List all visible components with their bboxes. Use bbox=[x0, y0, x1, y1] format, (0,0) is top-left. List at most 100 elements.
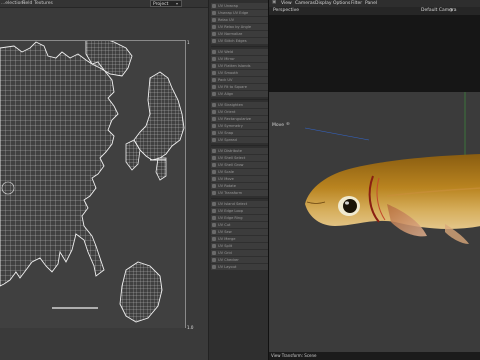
tool-icon bbox=[212, 156, 216, 160]
tool-item[interactable]: UV Relax by Angle bbox=[211, 24, 269, 30]
tool-item[interactable]: UV Shell Select bbox=[211, 155, 269, 161]
tool-label: UV Edge Ring bbox=[218, 216, 243, 220]
tool-icon bbox=[212, 244, 216, 248]
axis-z bbox=[304, 127, 370, 141]
uv-toolbar bbox=[0, 8, 208, 18]
tool-label: UV Unwrap bbox=[218, 4, 239, 8]
tool-icon bbox=[212, 209, 216, 213]
camera-dropdown-icon[interactable]: ◑ bbox=[449, 8, 453, 13]
menu-textures[interactable]: Textures bbox=[34, 0, 53, 7]
tool-item[interactable]: UV Edge Ring bbox=[211, 215, 269, 221]
uv-editor-panel: ...elections Field Textures Project ▾ 1 … bbox=[0, 0, 208, 360]
tool-label: UV Split bbox=[218, 244, 233, 248]
camera-icon[interactable]: ▣ bbox=[272, 0, 276, 5]
tool-label: UV Edge Loop bbox=[218, 209, 244, 213]
tool-item[interactable]: UV Cut bbox=[211, 222, 269, 228]
tool-icon bbox=[212, 216, 216, 220]
tool-icon bbox=[212, 57, 216, 61]
tool-item[interactable]: UV Unwrap bbox=[211, 3, 269, 9]
tool-icon bbox=[212, 18, 216, 22]
menu-field[interactable]: Field bbox=[22, 0, 32, 7]
tool-item[interactable]: UV Smooth bbox=[211, 70, 269, 76]
viewport-scene[interactable]: Move ⊕ bbox=[269, 92, 480, 352]
tool-item[interactable]: UV Island Select bbox=[211, 201, 269, 207]
tool-item[interactable]: UV Layout bbox=[211, 264, 269, 270]
uv-unit-square bbox=[0, 40, 186, 328]
tool-separator bbox=[211, 46, 269, 47]
tool-label: UV Island Select bbox=[218, 202, 248, 206]
tool-label: UV Spread bbox=[218, 138, 237, 142]
tool-item[interactable]: UV Distribute bbox=[211, 148, 269, 154]
tool-item[interactable]: UV Align bbox=[211, 91, 269, 97]
tool-icon bbox=[212, 117, 216, 121]
tool-icon bbox=[212, 223, 216, 227]
uv-menubar: ...elections Field Textures Project ▾ bbox=[0, 0, 208, 8]
tool-item[interactable]: UV Edge Loop bbox=[211, 208, 269, 214]
tool-label: UV Layout bbox=[218, 265, 237, 269]
tool-item[interactable]: UV Orient bbox=[211, 109, 269, 115]
tool-item[interactable]: UV Checker bbox=[211, 257, 269, 263]
menu-display[interactable]: Display bbox=[315, 1, 332, 6]
tool-item[interactable]: Unwrap UV Edge bbox=[211, 10, 269, 16]
tool-icon bbox=[212, 71, 216, 75]
uv-coord-bottom: 1.0 bbox=[187, 325, 194, 330]
tool-item[interactable]: UV Rectangularize bbox=[211, 116, 269, 122]
tool-label: UV Move bbox=[218, 177, 234, 181]
uv-tools-panel: UV Unwrap Unwrap UV Edge Relax UV UV Relax … bbox=[208, 0, 269, 360]
tool-item[interactable]: UV Rotate bbox=[211, 183, 269, 189]
tool-icon bbox=[212, 265, 216, 269]
tool-item[interactable]: Pack UV bbox=[211, 77, 269, 83]
tool-icon bbox=[212, 39, 216, 43]
tool-item[interactable]: UV Weld bbox=[211, 49, 269, 55]
tool-label: UV Stitch Edges bbox=[218, 39, 247, 43]
tool-icon bbox=[212, 25, 216, 29]
tool-label: Pack UV bbox=[218, 78, 233, 82]
tool-label: UV Orient bbox=[218, 110, 236, 114]
tool-item[interactable]: UV Scale bbox=[211, 169, 269, 175]
tool-item[interactable]: UV Stitch Edges bbox=[211, 38, 269, 44]
move-icon[interactable]: ⊕ bbox=[286, 122, 290, 127]
tool-label: UV Straighten bbox=[218, 103, 244, 107]
tool-item[interactable]: UV Grid bbox=[211, 250, 269, 256]
tool-icon bbox=[212, 92, 216, 96]
tool-label: UV Merge bbox=[218, 237, 236, 241]
tool-icon bbox=[212, 11, 216, 15]
tool-icon bbox=[212, 230, 216, 234]
tool-item[interactable]: UV Straighten bbox=[211, 102, 269, 108]
tool-label: UV Cut bbox=[218, 223, 231, 227]
tool-item[interactable]: UV Flatten Islands bbox=[211, 63, 269, 69]
menu-cameras[interactable]: Cameras bbox=[295, 1, 315, 6]
tool-item[interactable]: UV Split bbox=[211, 243, 269, 249]
tool-item[interactable]: UV Sew bbox=[211, 229, 269, 235]
move-label[interactable]: Move bbox=[272, 123, 284, 128]
tool-icon bbox=[212, 50, 216, 54]
tool-item[interactable]: UV Merge bbox=[211, 236, 269, 242]
tool-item[interactable]: Relax UV bbox=[211, 17, 269, 23]
tool-label: UV Weld bbox=[218, 50, 234, 54]
tool-icon bbox=[212, 170, 216, 174]
tool-label: UV Smooth bbox=[218, 71, 239, 75]
tool-label: UV Checker bbox=[218, 258, 239, 262]
tool-item[interactable]: UV Normalize bbox=[211, 31, 269, 37]
tool-label: UV Relax by Angle bbox=[218, 25, 252, 29]
tool-item[interactable]: UV Snap bbox=[211, 130, 269, 136]
tool-icon bbox=[212, 64, 216, 68]
tool-item[interactable]: UV Shell Grow bbox=[211, 162, 269, 168]
menu-panel[interactable]: Panel bbox=[365, 1, 377, 6]
tool-item[interactable]: UV Mirror bbox=[211, 56, 269, 62]
menu-filter[interactable]: Filter bbox=[351, 1, 362, 6]
perspective-label[interactable]: Perspective bbox=[273, 8, 299, 13]
tool-item[interactable]: UV Spread bbox=[211, 137, 269, 143]
tool-label: UV Snap bbox=[218, 131, 234, 135]
menu-view[interactable]: View bbox=[281, 1, 292, 6]
tool-separator bbox=[211, 99, 269, 100]
tool-item[interactable]: UV Transform bbox=[211, 190, 269, 196]
tool-icon bbox=[212, 258, 216, 262]
viewport-background-dark bbox=[269, 15, 480, 92]
tool-item[interactable]: UV Fit to Square bbox=[211, 84, 269, 90]
tool-item[interactable]: UV Symmetry bbox=[211, 123, 269, 129]
tool-item[interactable]: UV Move bbox=[211, 176, 269, 182]
tool-icon bbox=[212, 251, 216, 255]
menu-options[interactable]: Options bbox=[333, 1, 350, 6]
tool-icon bbox=[212, 163, 216, 167]
